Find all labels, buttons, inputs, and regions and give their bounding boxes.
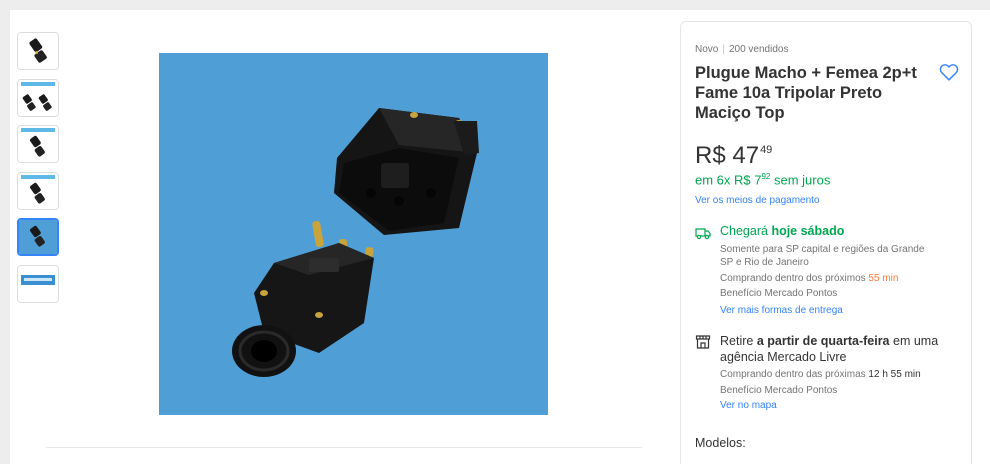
more-shipping-options-link[interactable]: Ver mais formas de entrega <box>720 305 843 316</box>
thumbnail-5[interactable] <box>17 218 59 256</box>
shipping-day: hoje sábado <box>771 224 845 238</box>
meta-separator: | <box>722 44 725 55</box>
product-meta: Novo | 200 vendidos <box>695 44 788 55</box>
thumbnail-2[interactable] <box>17 79 59 117</box>
installments: em 6x R$ 792 sem juros <box>695 172 830 187</box>
thumbnail-4[interactable] <box>17 172 59 210</box>
models-label: Modelos: <box>695 436 746 450</box>
price: R$ 4749 <box>695 142 772 170</box>
price-integer: 47 <box>732 142 760 169</box>
page-right-edge <box>977 10 990 464</box>
shipping-deadline-time: 55 min <box>868 273 899 284</box>
shipping-prefix: Chegará <box>720 224 772 238</box>
view-on-map-link[interactable]: Ver no mapa <box>720 400 777 411</box>
page-top-strip <box>0 0 990 10</box>
installments-prefix: em <box>695 172 717 188</box>
pickup-title: Retire a partir de quarta-feira em uma a… <box>720 333 960 365</box>
divider <box>46 447 642 448</box>
store-icon <box>695 335 711 349</box>
sold-count: 200 vendidos <box>728 44 789 55</box>
pickup-date: a partir de quarta-feira <box>756 334 890 348</box>
shipping-region-line1: Somente para SP capital e regiões da Gra… <box>720 244 925 255</box>
buy-box: Novo | 200 vendidos Plugue Macho + Femea 2… <box>680 21 972 464</box>
thumbnail-1[interactable] <box>17 32 59 70</box>
thumbnail-3[interactable] <box>17 125 59 163</box>
pickup-benefit: Benefício Mercado Pontos <box>720 385 838 396</box>
thumbnail-6[interactable] <box>17 265 59 303</box>
price-currency: R$ <box>695 142 726 169</box>
pickup-deadline: Comprando dentro das próximas 12 h 55 mi… <box>720 368 921 381</box>
pickup-deadline-time: 12 h 55 min <box>868 369 921 380</box>
installments-main: 6x R$ 7 <box>716 172 762 188</box>
shipping-benefit: Benefício Mercado Pontos <box>720 288 838 299</box>
shipping-title: Chegará hoje sábado <box>720 224 844 238</box>
price-cents: 49 <box>760 144 773 156</box>
payment-methods-link[interactable]: Ver os meios de pagamento <box>695 195 820 206</box>
installments-suffix: sem juros <box>770 172 831 188</box>
condition-label: Novo <box>695 44 719 55</box>
shipping-deadline: Comprando dentro dos próximos 55 min <box>720 272 898 285</box>
pickup-deadline-prefix: Comprando dentro das próximas <box>720 369 869 380</box>
favorite-heart-icon[interactable] <box>938 61 960 83</box>
product-title: Plugue Macho + Femea 2p+t Fame 10a Tripo… <box>695 64 917 122</box>
shipping-deadline-prefix: Comprando dentro dos próximos <box>720 273 869 284</box>
shipping-region-line2: SP e Rio de Janeiro <box>720 257 809 268</box>
pickup-prefix: Retire <box>720 334 757 348</box>
truck-icon <box>695 226 711 240</box>
main-product-image[interactable] <box>159 53 548 415</box>
